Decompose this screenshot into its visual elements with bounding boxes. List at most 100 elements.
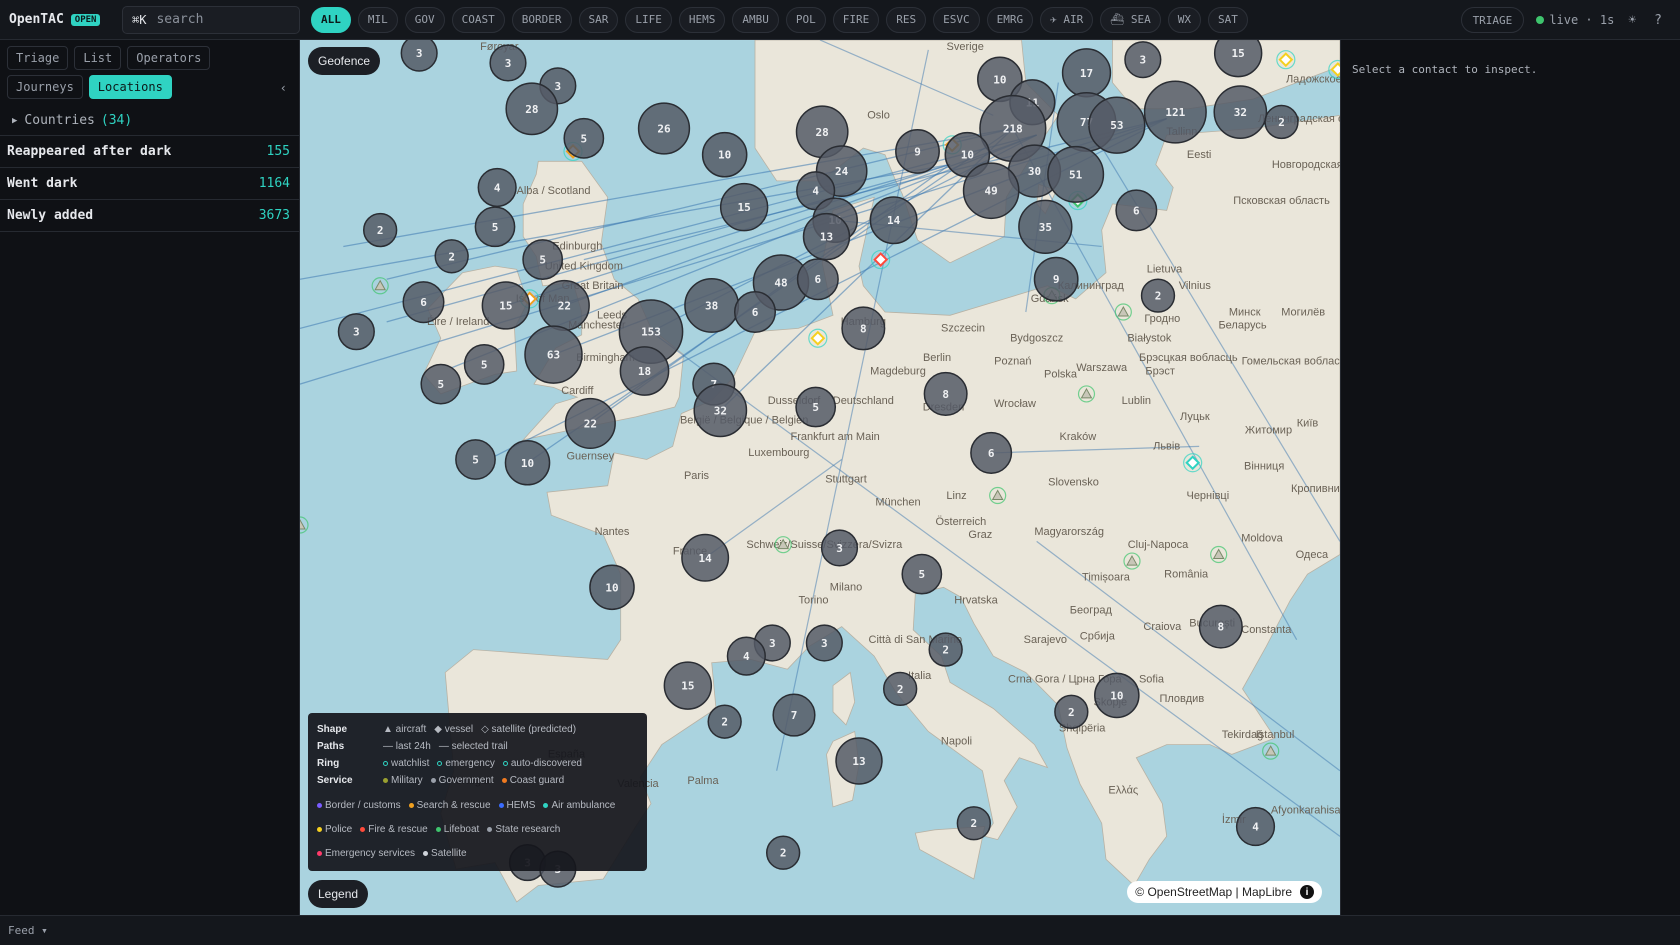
cluster-marker[interactable]: 4: [726, 636, 766, 676]
cluster-marker[interactable]: 13: [802, 212, 851, 261]
filter-chip-esvc[interactable]: ESVC: [933, 6, 980, 33]
cluster-marker[interactable]: 49: [962, 162, 1020, 220]
cluster-marker[interactable]: 10: [589, 564, 635, 611]
stat-row-newly-added[interactable]: Newly added 3673: [0, 200, 299, 232]
info-icon[interactable]: i: [1300, 885, 1314, 899]
cluster-marker[interactable]: 26: [637, 102, 691, 155]
cluster-marker[interactable]: 63: [524, 325, 583, 384]
cluster-marker[interactable]: 5: [474, 206, 516, 248]
legend-button[interactable]: Legend: [308, 880, 369, 908]
cluster-marker[interactable]: 2: [707, 704, 742, 739]
countries-toggle[interactable]: ▶ Countries (34): [0, 106, 299, 136]
cluster-marker[interactable]: 38: [684, 277, 740, 333]
search-input[interactable]: [156, 12, 277, 27]
cluster-marker[interactable]: 2: [1140, 278, 1176, 313]
cluster-marker[interactable]: 2: [882, 671, 918, 707]
filter-chip-sea[interactable]: ⛴ SEA: [1100, 6, 1161, 33]
filter-chip-sar[interactable]: SAR: [578, 6, 619, 33]
filter-chip-ambu[interactable]: AMBU: [732, 6, 779, 33]
cluster-marker[interactable]: 51: [1047, 145, 1105, 203]
filter-chip-sat[interactable]: SAT: [1207, 6, 1248, 33]
cluster-marker[interactable]: 5: [901, 553, 943, 595]
cluster-marker[interactable]: 4: [1235, 806, 1276, 847]
cluster-marker[interactable]: 53: [1088, 96, 1146, 154]
cluster-marker[interactable]: 9: [895, 128, 940, 174]
filter-chip-air[interactable]: ✈ AIR: [1040, 6, 1094, 33]
feed-toggle[interactable]: Feed ▾: [8, 924, 48, 937]
cluster-marker[interactable]: 9: [1033, 256, 1079, 302]
tab-journeys[interactable]: Journeys: [7, 75, 83, 99]
cluster-marker[interactable]: 5: [795, 386, 837, 428]
cluster-marker[interactable]: 14: [681, 533, 730, 582]
cluster-marker[interactable]: 6: [970, 431, 1013, 474]
cluster-marker[interactable]: 3: [805, 624, 843, 662]
cluster-marker[interactable]: 35: [1018, 199, 1073, 254]
cluster-marker[interactable]: 5: [563, 117, 605, 159]
cluster-marker[interactable]: 22: [564, 397, 616, 449]
filter-chip-res[interactable]: RES: [886, 6, 927, 33]
filter-chip-fire[interactable]: FIRE: [832, 6, 880, 33]
search-box[interactable]: ⌘K: [122, 5, 300, 34]
aircraft-marker-icon[interactable]: [1264, 745, 1277, 756]
tab-list[interactable]: List: [74, 46, 122, 70]
cluster-marker[interactable]: 5: [463, 344, 505, 385]
cluster-marker[interactable]: 8: [841, 306, 886, 351]
cluster-marker[interactable]: 6: [733, 290, 777, 334]
cluster-marker[interactable]: 2: [362, 212, 398, 248]
cluster-marker[interactable]: 7: [772, 693, 816, 737]
filter-chip-all[interactable]: ALL: [311, 6, 351, 33]
cluster-marker[interactable]: 8: [1198, 604, 1243, 649]
cluster-marker[interactable]: 2: [1264, 104, 1299, 140]
cluster-marker[interactable]: 2: [765, 835, 801, 870]
filter-chip-emrg[interactable]: EMRG: [986, 6, 1034, 33]
cluster-marker[interactable]: 32: [693, 383, 748, 438]
aircraft-marker-icon[interactable]: [300, 518, 306, 530]
filter-chip-gov[interactable]: GOV: [404, 6, 445, 33]
cluster-marker[interactable]: 2: [1054, 694, 1089, 729]
map-view[interactable]: FøroyarSverigeOsloAlba / ScotlandEdinbur…: [300, 40, 1340, 915]
aircraft-marker-icon[interactable]: [374, 279, 387, 291]
stat-row-reappeared-after-dark[interactable]: Reappeared after dark 155: [0, 136, 299, 168]
cluster-marker[interactable]: 28: [505, 82, 559, 136]
cluster-marker[interactable]: 8: [923, 371, 968, 416]
theme-toggle-icon[interactable]: ☀: [1628, 13, 1636, 28]
filter-chip-coast[interactable]: COAST: [451, 6, 505, 33]
cluster-marker[interactable]: 5: [455, 439, 496, 480]
collapse-sidebar-icon[interactable]: ‹: [280, 81, 287, 95]
cluster-marker[interactable]: 10: [504, 439, 551, 486]
cluster-marker[interactable]: 6: [402, 281, 445, 324]
filter-chip-mil[interactable]: MIL: [357, 6, 398, 33]
cluster-marker[interactable]: 13: [835, 737, 883, 785]
cluster-marker[interactable]: 17: [1061, 48, 1112, 98]
cluster-marker[interactable]: 22: [538, 279, 590, 332]
cluster-marker[interactable]: 6: [796, 258, 839, 301]
filter-chip-border[interactable]: BORDER: [511, 6, 572, 33]
help-icon[interactable]: ?: [1654, 13, 1662, 28]
tab-triage[interactable]: Triage: [7, 46, 69, 70]
cluster-marker[interactable]: 15: [719, 182, 769, 232]
filter-chip-wx[interactable]: WX: [1167, 6, 1201, 33]
cluster-marker[interactable]: 121: [1143, 80, 1207, 144]
filter-chip-life[interactable]: LIFE: [625, 6, 672, 33]
cluster-marker[interactable]: 4: [477, 167, 517, 208]
filter-chip-pol[interactable]: POL: [785, 6, 826, 33]
cluster-marker[interactable]: 15: [663, 661, 713, 710]
cluster-marker[interactable]: 10: [701, 131, 748, 178]
cluster-marker[interactable]: 14: [869, 196, 918, 245]
cluster-marker[interactable]: 2: [956, 806, 992, 841]
cluster-marker[interactable]: 3: [820, 529, 859, 567]
geofence-button[interactable]: Geofence: [308, 47, 381, 75]
cluster-marker[interactable]: 5: [420, 363, 462, 405]
cluster-marker[interactable]: 6: [1115, 189, 1158, 232]
cluster-marker[interactable]: 15: [481, 281, 531, 330]
cluster-marker[interactable]: 18: [619, 346, 670, 396]
cluster-marker[interactable]: 2: [928, 632, 963, 667]
cluster-marker[interactable]: 5: [522, 239, 564, 280]
tab-operators[interactable]: Operators: [127, 46, 211, 70]
tab-locations[interactable]: Locations: [88, 75, 172, 99]
cluster-marker[interactable]: 3: [489, 44, 527, 82]
cluster-marker[interactable]: 3: [337, 313, 375, 351]
filter-chip-hems[interactable]: HEMS: [678, 6, 726, 33]
triage-button[interactable]: TRIAGE: [1460, 7, 1525, 33]
cluster-marker[interactable]: 32: [1213, 85, 1268, 139]
